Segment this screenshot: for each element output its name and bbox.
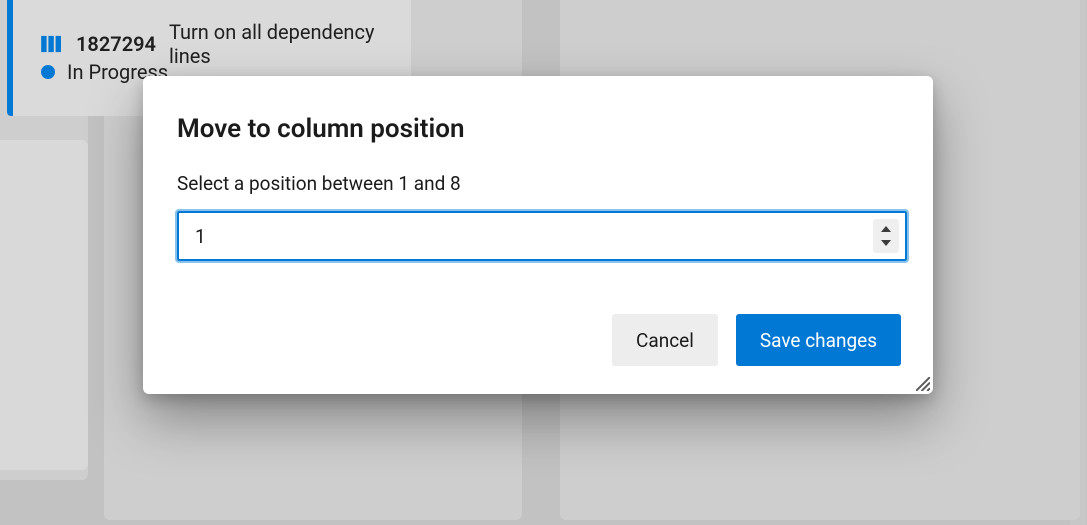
text-fragment: ing <box>0 194 75 215</box>
chevron-up-icon[interactable] <box>881 226 891 232</box>
save-button[interactable]: Save changes <box>736 314 901 366</box>
position-value: 1 <box>195 225 905 248</box>
dialog-label: Select a position between 1 and 8 <box>177 172 899 195</box>
cancel-button[interactable]: Cancel <box>612 314 718 366</box>
position-input[interactable]: 1 <box>177 211 907 261</box>
work-item-title: Turn on all dependency lines <box>169 20 411 68</box>
dialog-title: Move to column position <box>177 114 899 144</box>
move-column-dialog: Move to column position Select a positio… <box>143 76 933 394</box>
work-item-id: 1827294 <box>76 32 156 56</box>
card-fragment: y ing b Cus… Backlog <box>0 140 88 470</box>
stepper-buttons[interactable] <box>873 219 899 253</box>
text-fragment-link: b Cus… <box>0 394 75 415</box>
text-fragment: Backlog <box>0 426 75 447</box>
book-icon <box>41 35 63 53</box>
text-fragment: y <box>0 162 75 183</box>
chevron-down-icon[interactable] <box>881 240 891 246</box>
status-dot-icon <box>41 65 55 79</box>
resize-handle-icon[interactable] <box>916 377 930 391</box>
